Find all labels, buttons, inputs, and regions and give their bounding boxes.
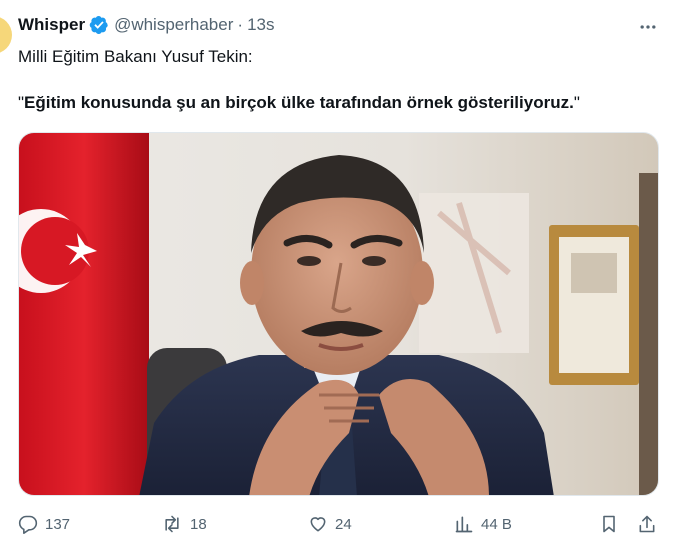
separator-dot: ·	[237, 15, 244, 34]
bookmark-button[interactable]	[599, 510, 619, 538]
tweet-text-line: Milli Eğitim Bakanı Yusuf Tekin:	[18, 47, 253, 66]
verified-badge-icon[interactable]	[89, 15, 109, 35]
heart-icon	[308, 514, 328, 534]
repost-icon	[161, 514, 183, 534]
reply-bubble-icon	[18, 514, 38, 534]
repost-button[interactable]: 18	[161, 510, 207, 538]
repost-count: 18	[190, 515, 207, 533]
tweet-header: Whisper @whisperhaber · 13s	[18, 12, 658, 38]
views-bar-chart-icon	[454, 514, 474, 534]
reply-count: 137	[45, 515, 71, 533]
like-button[interactable]: 24	[308, 510, 352, 538]
photo-illustration	[19, 133, 658, 495]
share-button[interactable]	[637, 510, 657, 538]
display-name[interactable]: Whisper	[18, 15, 85, 35]
more-dots-icon[interactable]	[633, 12, 663, 42]
timestamp[interactable]: 13s	[247, 15, 274, 35]
tweet-quote-line: "Eğitim konusunda şu an birçok ülke tara…	[18, 92, 580, 114]
like-count: 24	[335, 515, 352, 533]
action-bar: 137 18 24 44 B	[18, 510, 663, 538]
views-button[interactable]: 44 B	[454, 510, 512, 538]
handle[interactable]: @whisperhaber	[114, 15, 233, 35]
avatar[interactable]	[0, 16, 12, 54]
quote-mark-close: "	[573, 93, 580, 112]
share-upload-icon	[637, 514, 657, 534]
tweet-photo[interactable]	[18, 132, 659, 496]
reply-button[interactable]: 137	[18, 510, 70, 538]
bookmark-icon	[599, 514, 619, 534]
quote-text: Eğitim konusunda şu an birçok ülke taraf…	[24, 93, 574, 112]
views-count: 44 B	[481, 515, 512, 533]
